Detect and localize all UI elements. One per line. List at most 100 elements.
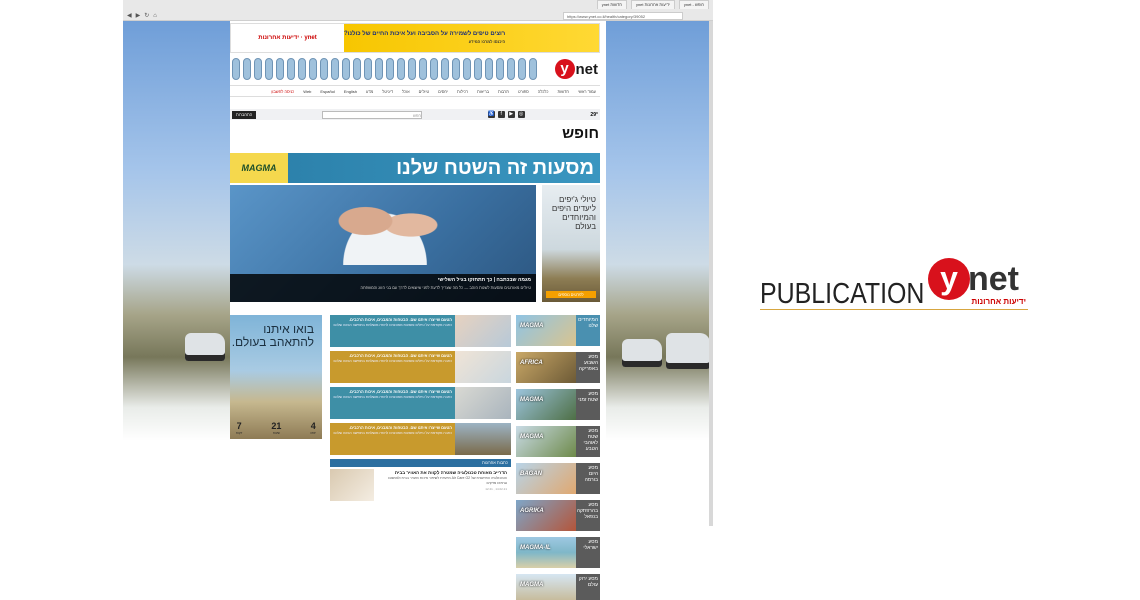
trip-item[interactable]: MAGMA מסע ירוק עולם bbox=[516, 574, 600, 600]
magazine-thumb[interactable] bbox=[243, 58, 251, 80]
magazine-thumb[interactable] bbox=[397, 58, 405, 80]
magazine-thumb[interactable] bbox=[474, 58, 482, 80]
nav-item[interactable]: דיגיטל bbox=[382, 89, 393, 94]
nav-item[interactable]: רכילות bbox=[457, 89, 468, 94]
trip-item[interactable]: MAGMA-IL מסע ישראלי bbox=[516, 537, 600, 568]
facebook-icon[interactable]: f bbox=[497, 111, 505, 118]
trip-item[interactable]: BAGAN מסע היום בורמה bbox=[516, 463, 600, 494]
trip-item[interactable]: MAGMA המיוחדים שלנו bbox=[516, 315, 600, 346]
article-card[interactable]: הטעם שייצרו איתנו שם. הבטחות והמבנים, אי… bbox=[330, 351, 511, 383]
magazine-thumb[interactable] bbox=[254, 58, 262, 80]
search-input[interactable]: חפש bbox=[321, 110, 422, 119]
article-card[interactable]: הטעם שייצרו איתנו שם. הבטחות והמבנים, אי… bbox=[330, 387, 511, 419]
accessibility-icon[interactable]: ♿ bbox=[487, 111, 495, 118]
magazine-thumb[interactable] bbox=[529, 58, 537, 80]
trip-item[interactable]: MAGMA מסע שטח זמני bbox=[516, 389, 600, 420]
trip-brand: AFRICA bbox=[520, 360, 543, 366]
nav-item[interactable]: יחסים bbox=[438, 89, 448, 94]
side-ad-cta[interactable]: לפרטים נוספים bbox=[546, 291, 596, 298]
magazine-thumb[interactable] bbox=[441, 58, 449, 80]
magazine-thumb[interactable] bbox=[386, 58, 394, 80]
trip-label: מסע ישראלי bbox=[576, 537, 600, 568]
trip-label: מסע שטח זמני bbox=[576, 389, 600, 420]
magazine-thumb[interactable] bbox=[419, 58, 427, 80]
tab-bar: ynet חדשות ynet ידיעות אחרונות ynet - חו… bbox=[123, 0, 713, 10]
magazine-thumb[interactable] bbox=[331, 58, 339, 80]
forward-icon[interactable]: ▶ bbox=[136, 12, 141, 19]
scrollbar[interactable] bbox=[709, 21, 713, 526]
magazine-thumb[interactable] bbox=[232, 58, 240, 80]
magazine-thumb[interactable] bbox=[463, 58, 471, 80]
ad-sub: היכנסו למרכז המידע bbox=[468, 39, 506, 44]
temperature: 29° bbox=[590, 111, 598, 118]
nav-item[interactable]: ספורט bbox=[518, 89, 529, 94]
nav-item[interactable]: עמוד ראשי bbox=[578, 89, 596, 94]
magazine-thumb[interactable] bbox=[485, 58, 493, 80]
trip-brand: MAGMA bbox=[520, 582, 544, 588]
reload-icon[interactable]: ↻ bbox=[144, 12, 149, 19]
nav-login[interactable]: כניסה לחשבון bbox=[271, 89, 294, 94]
magma-logo: MAGMA bbox=[230, 153, 288, 183]
nav-item-web[interactable]: Web bbox=[303, 89, 311, 94]
back-icon[interactable]: ◀ bbox=[127, 12, 132, 19]
home-icon[interactable]: ⌂ bbox=[153, 13, 157, 19]
browser-tab[interactable]: ynet ידיעות אחרונות bbox=[630, 0, 675, 9]
nav-item[interactable]: אוכל bbox=[402, 89, 410, 94]
instagram-icon[interactable]: ◎ bbox=[517, 111, 525, 118]
magazine-thumb[interactable] bbox=[342, 58, 350, 80]
ynet-logo[interactable]: y net bbox=[554, 59, 598, 79]
magazine-thumb[interactable] bbox=[320, 58, 328, 80]
nav-item[interactable]: חדשות bbox=[557, 89, 569, 94]
magazine-thumb[interactable] bbox=[375, 58, 383, 80]
article-card[interactable]: הטעם שייצרו איתנו שם. הבטחות והמבנים, אי… bbox=[330, 423, 511, 455]
social-links: ♿ f ▶ ◎ bbox=[487, 111, 525, 118]
magazine-thumb[interactable] bbox=[364, 58, 372, 80]
trip-item[interactable]: MAGMA מסע שטח לאוהבי הטבע bbox=[516, 426, 600, 457]
magazine-thumb[interactable] bbox=[408, 58, 416, 80]
trip-image: AFRICA bbox=[516, 352, 576, 383]
magazine-thumb[interactable] bbox=[265, 58, 273, 80]
browser-tab[interactable]: ynet - חופש bbox=[678, 0, 709, 9]
ynet-logo-y: y bbox=[928, 258, 970, 300]
browser-tab[interactable]: ynet חדשות bbox=[596, 0, 627, 9]
travel-ad-slogan: בואו איתנו להתאהב בעולם. bbox=[231, 322, 314, 349]
news-item[interactable]: הדרייב מאוחת טכנולוגיה שמטרה לקוות את הא… bbox=[330, 469, 511, 501]
nav-item[interactable]: מדע bbox=[366, 89, 373, 94]
address-bar[interactable]: https://www.ynet.co.il/health/category/3… bbox=[563, 11, 683, 20]
nav-item-espanol[interactable]: Español bbox=[320, 89, 334, 94]
travel-ad[interactable]: בואו איתנו להתאהב בעולם. 7 דקות 21 שעות 4י… bbox=[230, 315, 322, 439]
nav-item[interactable]: כלכלה bbox=[538, 89, 549, 94]
magazine-thumb[interactable] bbox=[430, 58, 438, 80]
browser-window: ynet חדשות ynet ידיעות אחרונות ynet - חו… bbox=[123, 0, 713, 21]
trip-item[interactable]: AGRIKA מסע בהרפתקה בנפאל bbox=[516, 500, 600, 531]
trip-item[interactable]: AFRICA מסע השבוע באפריקה bbox=[516, 352, 600, 383]
magazine-thumb[interactable] bbox=[452, 58, 460, 80]
magazine-thumb[interactable] bbox=[287, 58, 295, 80]
magazine-thumb[interactable] bbox=[298, 58, 306, 80]
ad-headline: רוצים טיפים לשמירה על הסביבה ועל איכות ה… bbox=[344, 31, 506, 37]
web-page: ידיעות אחרונות · ynet רוצים טיפים לשמירה… bbox=[230, 21, 601, 600]
magazine-thumb[interactable] bbox=[496, 58, 504, 80]
hero-article[interactable]: מגמה שבכתבה | כך תתחזקו בגיל השלישי טיול… bbox=[230, 185, 536, 302]
trip-brand: BAGAN bbox=[520, 471, 542, 477]
magazine-thumb[interactable] bbox=[276, 58, 284, 80]
magma-banner[interactable]: MAGMA מסעות זה השטח שלנו bbox=[230, 153, 600, 183]
section-header: כתבות אחרונות bbox=[330, 459, 511, 467]
nav-item-english[interactable]: English bbox=[344, 89, 357, 94]
side-ad[interactable]: טיולי ג'יפים ליעדים היפים והמיוחדים בעול… bbox=[542, 185, 600, 302]
magazine-thumb[interactable] bbox=[507, 58, 515, 80]
login-button[interactable]: התחברות bbox=[232, 110, 257, 119]
article-card[interactable]: הטעם שייצרו איתנו שם. הבטחות והמבנים, אי… bbox=[330, 315, 511, 347]
nav-item[interactable]: תרבות bbox=[498, 89, 509, 94]
trip-list: MAGMA המיוחדים שלנו AFRICA מסע השבוע באפ… bbox=[516, 315, 600, 600]
top-banner-ad[interactable]: ידיעות אחרונות · ynet רוצים טיפים לשמירה… bbox=[230, 23, 600, 53]
magazine-thumb[interactable] bbox=[353, 58, 361, 80]
youtube-icon[interactable]: ▶ bbox=[507, 111, 515, 118]
magazine-thumb[interactable] bbox=[309, 58, 317, 80]
trip-image: BAGAN bbox=[516, 463, 576, 494]
article-thumb bbox=[455, 423, 511, 455]
magazine-thumb[interactable] bbox=[518, 58, 526, 80]
article-text: הטעם שייצרו איתנו שם. הבטחות והמבנים, אי… bbox=[330, 351, 455, 383]
nav-item[interactable]: טיולים bbox=[419, 89, 429, 94]
nav-item[interactable]: בריאות bbox=[477, 89, 489, 94]
